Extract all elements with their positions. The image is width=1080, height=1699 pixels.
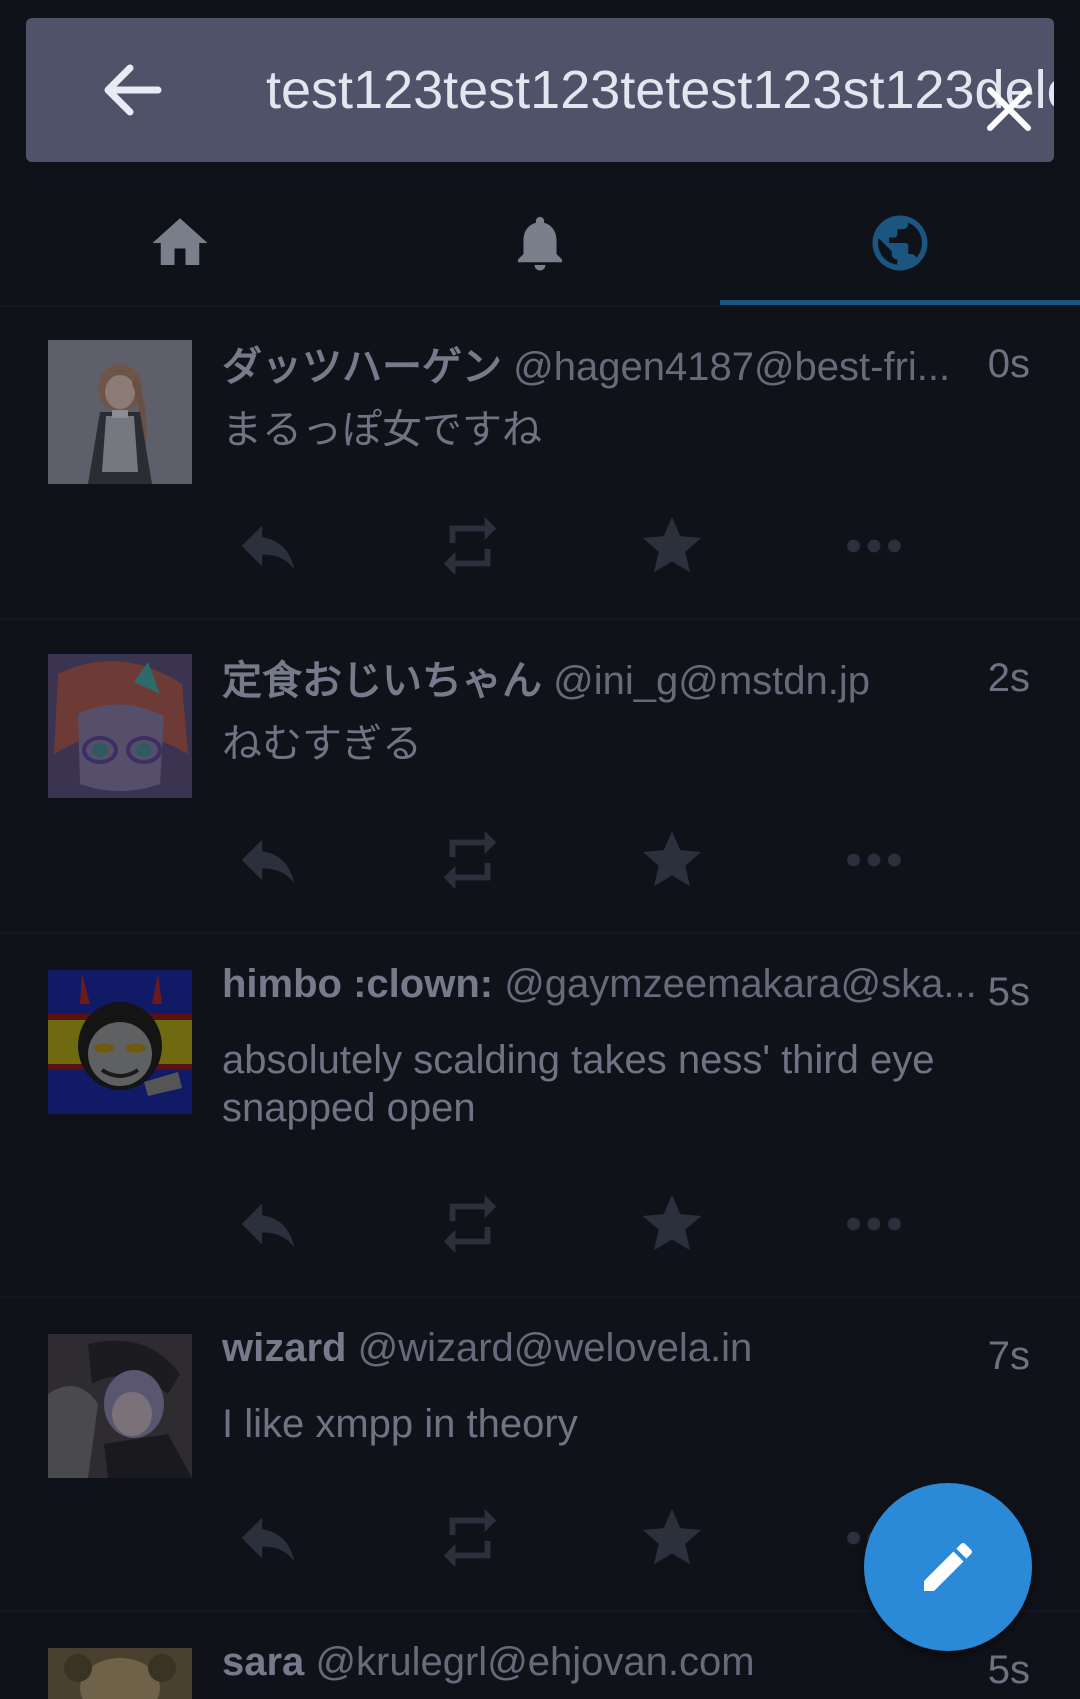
avatar[interactable] xyxy=(48,970,192,1114)
bell-icon xyxy=(518,216,562,271)
reply-button[interactable] xyxy=(230,508,306,584)
reply-icon xyxy=(241,525,295,570)
boost-button[interactable] xyxy=(432,1500,508,1576)
favourite-icon xyxy=(642,830,702,887)
more-icon xyxy=(847,1217,901,1231)
status-header: ダッツハーゲン @hagen4187@best-fri... xyxy=(222,334,1080,394)
status-header: himbo :clown: @gaymzeemakara@ska... xyxy=(222,962,1080,1022)
status-actions xyxy=(222,822,1022,898)
favourite-button[interactable] xyxy=(634,1500,710,1576)
display-name[interactable]: ダッツハーゲン xyxy=(222,345,502,389)
favourite-button[interactable] xyxy=(634,1186,710,1262)
tab-federated[interactable] xyxy=(720,180,1080,306)
display-name[interactable]: 定食おじいちゃん xyxy=(222,659,542,703)
favourite-icon xyxy=(642,1508,702,1565)
status-actions xyxy=(222,508,1022,584)
status-header: wizard @wizard@welovela.in xyxy=(222,1326,1080,1386)
display-name[interactable]: himbo :clown: xyxy=(222,962,493,1006)
reply-button[interactable] xyxy=(230,1500,306,1576)
close-icon[interactable] xyxy=(986,86,1032,132)
boost-icon xyxy=(443,830,497,890)
reply-button[interactable] xyxy=(230,822,306,898)
status-content: ねむすぎる xyxy=(222,722,422,766)
reply-button[interactable] xyxy=(230,1186,306,1262)
more-button[interactable] xyxy=(836,1186,912,1262)
tab-notifications[interactable] xyxy=(360,180,720,306)
more-button[interactable] xyxy=(836,508,912,584)
account-handle[interactable]: @wizard@welovela.in xyxy=(358,1326,753,1370)
compose-button[interactable] xyxy=(864,1483,1032,1651)
boost-icon xyxy=(443,516,497,576)
search-input[interactable]: test123test123tetest123st123delete xyxy=(266,18,1054,162)
reply-icon xyxy=(241,839,295,884)
status-item[interactable]: himbo :clown: @gaymzeemakara@ska... 5s a… xyxy=(0,936,1080,1298)
pencil-icon xyxy=(924,1542,973,1591)
timestamp: 0s xyxy=(981,342,1030,387)
home-icon xyxy=(152,218,208,265)
boost-button[interactable] xyxy=(432,508,508,584)
more-icon xyxy=(847,539,901,553)
app-screen: test123test123tetest123st123delete ダッツハー… xyxy=(0,0,1080,1699)
globe-icon xyxy=(872,215,928,271)
status-content: absolutely scalding takes ness' third ey… xyxy=(222,1038,935,1130)
tab-home[interactable] xyxy=(0,180,360,306)
timeline-tabs xyxy=(0,180,1080,306)
avatar[interactable] xyxy=(48,340,192,484)
status-content: まるっぽ女ですね xyxy=(222,408,542,452)
favourite-icon xyxy=(642,516,702,573)
status-item[interactable]: ダッツハーゲン @hagen4187@best-fri... 0s まるっぽ女で… xyxy=(0,308,1080,620)
timestamp: 5s xyxy=(981,1648,1030,1693)
favourite-icon xyxy=(642,1194,702,1251)
boost-button[interactable] xyxy=(432,822,508,898)
status-actions xyxy=(222,1186,1022,1262)
account-handle[interactable]: @ini_g@mstdn.jp xyxy=(553,659,870,703)
search-bar[interactable]: test123test123tetest123st123delete xyxy=(26,18,1054,162)
display-name[interactable]: sara xyxy=(222,1640,304,1684)
account-handle[interactable]: @gaymzeemakara@ska... xyxy=(504,962,976,1006)
timestamp: 7s xyxy=(981,1334,1030,1379)
status-item[interactable]: 定食おじいちゃん @ini_g@mstdn.jp 2s ねむすぎる xyxy=(0,622,1080,934)
more-icon xyxy=(847,853,901,867)
timestamp: 5s xyxy=(981,970,1030,1015)
more-button[interactable] xyxy=(836,822,912,898)
timestamp: 2s xyxy=(981,656,1030,701)
arrow-left-icon[interactable] xyxy=(102,64,162,116)
display-name[interactable]: wizard xyxy=(222,1326,346,1370)
boost-icon xyxy=(443,1194,497,1254)
account-handle[interactable]: @krulegrl@ehjovan.com xyxy=(315,1640,754,1684)
status-header: 定食おじいちゃん @ini_g@mstdn.jp xyxy=(222,648,1080,708)
avatar[interactable] xyxy=(48,1648,192,1699)
account-handle[interactable]: @hagen4187@best-fri... xyxy=(513,345,950,389)
status-content: I like xmpp in theory xyxy=(222,1402,578,1446)
reply-icon xyxy=(241,1517,295,1562)
boost-button[interactable] xyxy=(432,1186,508,1262)
avatar[interactable] xyxy=(48,1334,192,1478)
avatar[interactable] xyxy=(48,654,192,798)
favourite-button[interactable] xyxy=(634,508,710,584)
favourite-button[interactable] xyxy=(634,822,710,898)
tabs-divider xyxy=(0,305,1080,307)
boost-icon xyxy=(443,1508,497,1568)
reply-icon xyxy=(241,1203,295,1248)
